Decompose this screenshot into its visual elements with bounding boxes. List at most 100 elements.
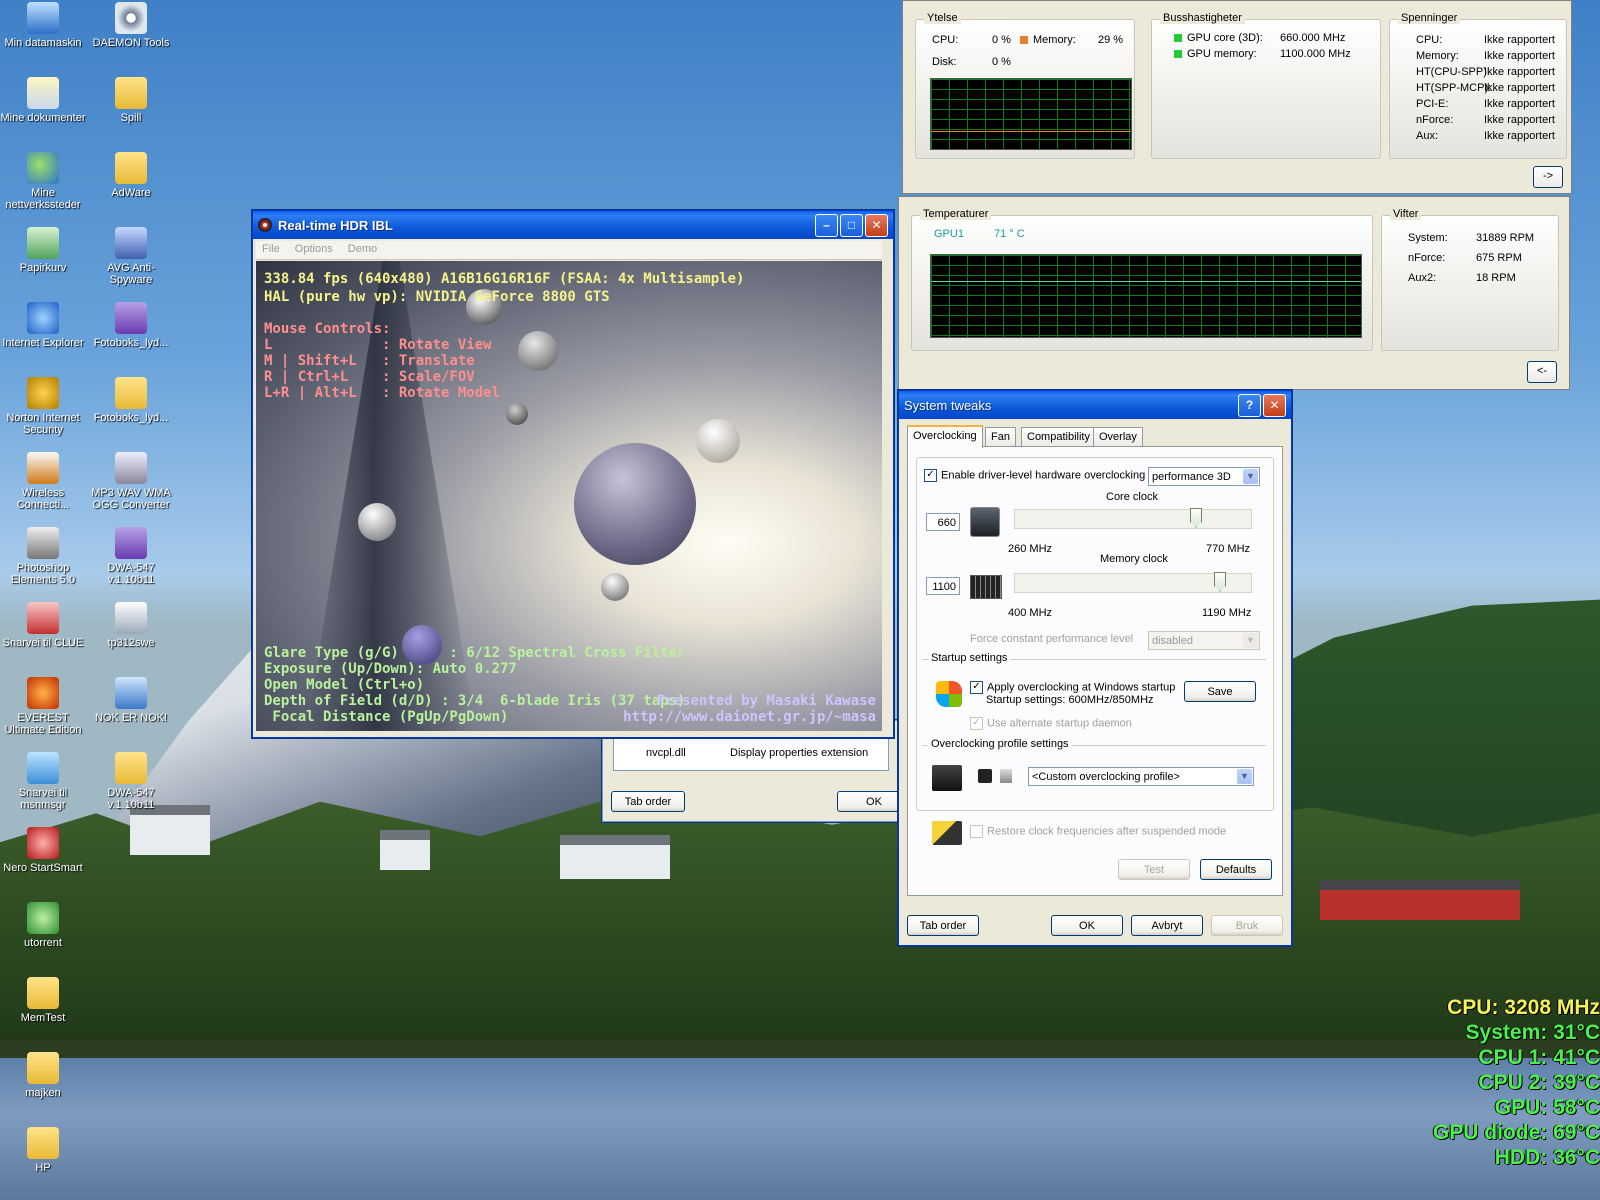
tweaks-title: System tweaks bbox=[904, 397, 992, 413]
tab-order-button[interactable]: Tab order bbox=[907, 915, 979, 936]
desktop-icon[interactable]: NOK ER NOK! bbox=[88, 677, 174, 724]
next-page-button[interactable]: -> bbox=[1533, 166, 1563, 188]
alternate-daemon-checkbox[interactable]: ✓ Use alternate startup daemon bbox=[970, 717, 1132, 730]
status-line: Focal Distance (PgUp/PgDown) bbox=[264, 709, 509, 725]
spenninger-group: Spenninger CPU: Ikke rapportert Memory: I… bbox=[1389, 12, 1567, 159]
apply-at-startup-checkbox[interactable]: ✓ Apply overclocking at Windows startup bbox=[970, 681, 1175, 694]
core-clock-slider[interactable] bbox=[1014, 508, 1252, 529]
overlay-line: GPU: 58°C bbox=[1494, 1096, 1600, 1119]
sphere-large bbox=[574, 443, 696, 565]
menu-demo[interactable]: Demo bbox=[342, 241, 383, 257]
music-icon bbox=[115, 452, 147, 484]
memory-clock-input[interactable]: 1100 bbox=[926, 577, 960, 595]
gpu-chip-icon bbox=[970, 507, 1000, 537]
desktop-icon-label: DWA-547 v.1.10b11 bbox=[107, 562, 155, 586]
enable-overclocking-check[interactable]: ✓ bbox=[924, 469, 937, 482]
ie-shortcut-icon bbox=[115, 677, 147, 709]
help-button[interactable]: ? bbox=[1238, 393, 1261, 417]
ytelse-title: Ytelse bbox=[924, 12, 961, 24]
cancel-button[interactable]: Avbryt bbox=[1131, 915, 1203, 936]
list-item[interactable]: nvcpl.dll Display properties extension bbox=[614, 746, 888, 762]
apply-at-startup-check[interactable]: ✓ bbox=[970, 681, 983, 694]
desktop-icon-label: DWA-547 v.1.10b11 bbox=[107, 787, 155, 811]
tab-order-button[interactable]: Tab order bbox=[611, 791, 685, 812]
hdr-render-view[interactable]: 338.84 fps (640x480) A16B16G16R16F (FSAA… bbox=[256, 261, 882, 731]
mode-select[interactable]: performance 3D ▼ bbox=[1148, 467, 1260, 486]
performance-graph bbox=[930, 78, 1132, 150]
desktop-icon-label: MP3 WAV WMA OGG Converter bbox=[91, 487, 171, 511]
tab-fan[interactable]: Fan bbox=[985, 427, 1016, 446]
mouse-controls-title: Mouse Controls: bbox=[264, 321, 391, 337]
voltage-value: Ikke rapportert bbox=[1484, 34, 1555, 46]
desktop-icon-label: AVG Anti-Spyware bbox=[107, 262, 155, 286]
desktop-icon[interactable]: Snarvei til CLUE bbox=[0, 602, 86, 649]
tab-compatibility[interactable]: Compatibility bbox=[1021, 427, 1096, 446]
ok-button[interactable]: OK bbox=[1051, 915, 1123, 936]
desktop-icon[interactable]: utorrent bbox=[0, 902, 86, 949]
tweaks-titlebar[interactable]: System tweaks ? ✕ bbox=[899, 391, 1291, 419]
desktop-icon-label: utorrent bbox=[24, 937, 62, 949]
close-button[interactable]: ✕ bbox=[865, 213, 888, 237]
desktop-icon[interactable]: Spill bbox=[88, 77, 174, 124]
core-clock-label: Core clock bbox=[1106, 491, 1158, 503]
desktop-icon[interactable]: Snarvei til msnmsgr bbox=[0, 752, 86, 811]
desktop-icon[interactable]: Fotoboks_lyd... bbox=[88, 302, 174, 349]
tab-overclocking[interactable]: Overclocking bbox=[907, 425, 983, 448]
desktop-icon[interactable]: DAEMON Tools bbox=[88, 2, 174, 49]
enable-overclocking-checkbox[interactable]: ✓ Enable driver-level hardware overclocki… bbox=[924, 469, 1145, 482]
defaults-button[interactable]: Defaults bbox=[1200, 859, 1272, 880]
desktop-icon[interactable]: tp312swe bbox=[88, 602, 174, 649]
restore-clock-check[interactable] bbox=[970, 825, 983, 838]
house-left bbox=[130, 805, 210, 855]
core-clock-input[interactable]: 660 bbox=[926, 513, 960, 531]
desktop-icon[interactable]: Internet Explorer bbox=[0, 302, 86, 349]
memory-clock-slider-thumb[interactable] bbox=[1214, 572, 1226, 592]
desktop-icon[interactable]: MemTest bbox=[0, 977, 86, 1024]
hdr-titlebar[interactable]: Real-time HDR IBL – □ ✕ bbox=[253, 211, 893, 239]
desktop-icon[interactable]: Mine dokumenter bbox=[0, 77, 86, 124]
mouse-control-line: R | Ctrl+L : Scale/FOV bbox=[264, 369, 475, 385]
desktop-icon[interactable]: DWA-547 v.1.10b11 bbox=[88, 527, 174, 586]
alternate-daemon-check[interactable]: ✓ bbox=[970, 717, 983, 730]
save-button[interactable]: Save bbox=[1184, 681, 1256, 702]
desktop-icon[interactable]: majken bbox=[0, 1052, 86, 1099]
close-button[interactable]: ✕ bbox=[1263, 393, 1286, 417]
list-item-desc: Display properties extension bbox=[730, 747, 869, 759]
desktop-icon[interactable]: Nero StartSmart bbox=[0, 827, 86, 874]
desktop-icon[interactable]: Fotoboks_lyd... bbox=[88, 377, 174, 424]
prev-page-button[interactable]: <- bbox=[1527, 361, 1557, 383]
force-performance-select[interactable]: disabled ▼ bbox=[1148, 631, 1260, 650]
memory-clock-slider[interactable] bbox=[1014, 572, 1252, 593]
desktop-icon-label: Min datamaskin bbox=[4, 37, 82, 49]
startup-settings-section: Startup settings bbox=[922, 652, 1266, 664]
desktop-icon[interactable]: Norton Internet Security bbox=[0, 377, 86, 436]
save-profile-icon[interactable] bbox=[978, 769, 992, 783]
desktop-icon[interactable]: HP bbox=[0, 1127, 86, 1174]
core-clock-slider-thumb[interactable] bbox=[1190, 508, 1202, 528]
menu-file[interactable]: File bbox=[256, 241, 286, 257]
folder-icon bbox=[27, 977, 59, 1009]
desktop-icon[interactable]: Wireless Connecti... bbox=[0, 452, 86, 511]
folder-icon bbox=[115, 152, 147, 184]
menu-options[interactable]: Options bbox=[289, 241, 339, 257]
minimize-button[interactable]: – bbox=[815, 213, 838, 237]
profile-select[interactable]: <Custom overclocking profile> ▼ bbox=[1028, 767, 1254, 786]
desktop-icon[interactable]: AVG Anti-Spyware bbox=[88, 227, 174, 286]
test-button[interactable]: Test bbox=[1118, 859, 1190, 880]
voltage-label: CPU: bbox=[1416, 34, 1443, 46]
desktop-icon[interactable]: Photoshop Elements 5.0 bbox=[0, 527, 86, 586]
desktop-icon[interactable]: MP3 WAV WMA OGG Converter bbox=[88, 452, 174, 511]
apply-button[interactable]: Bruk bbox=[1211, 915, 1283, 936]
desktop-icon[interactable]: Min datamaskin bbox=[0, 2, 86, 49]
folder-icon bbox=[27, 1127, 59, 1159]
desktop-icon[interactable]: DWA-547 v.1.10b11 bbox=[88, 752, 174, 811]
desktop-icon[interactable]: Papirkurv bbox=[0, 227, 86, 274]
delete-profile-icon[interactable] bbox=[1000, 769, 1012, 783]
maximize-button[interactable]: □ bbox=[840, 213, 863, 237]
tab-overlay[interactable]: Overlay bbox=[1093, 427, 1143, 446]
memory-value: 29 % bbox=[1098, 34, 1124, 46]
restore-clock-checkbox[interactable]: Restore clock frequencies after suspende… bbox=[970, 825, 1226, 838]
desktop-icon[interactable]: Mine nettverkssteder bbox=[0, 152, 86, 211]
desktop-icon[interactable]: AdWare bbox=[88, 152, 174, 199]
desktop-icon[interactable]: EVEREST Ultimate Edition bbox=[0, 677, 86, 736]
